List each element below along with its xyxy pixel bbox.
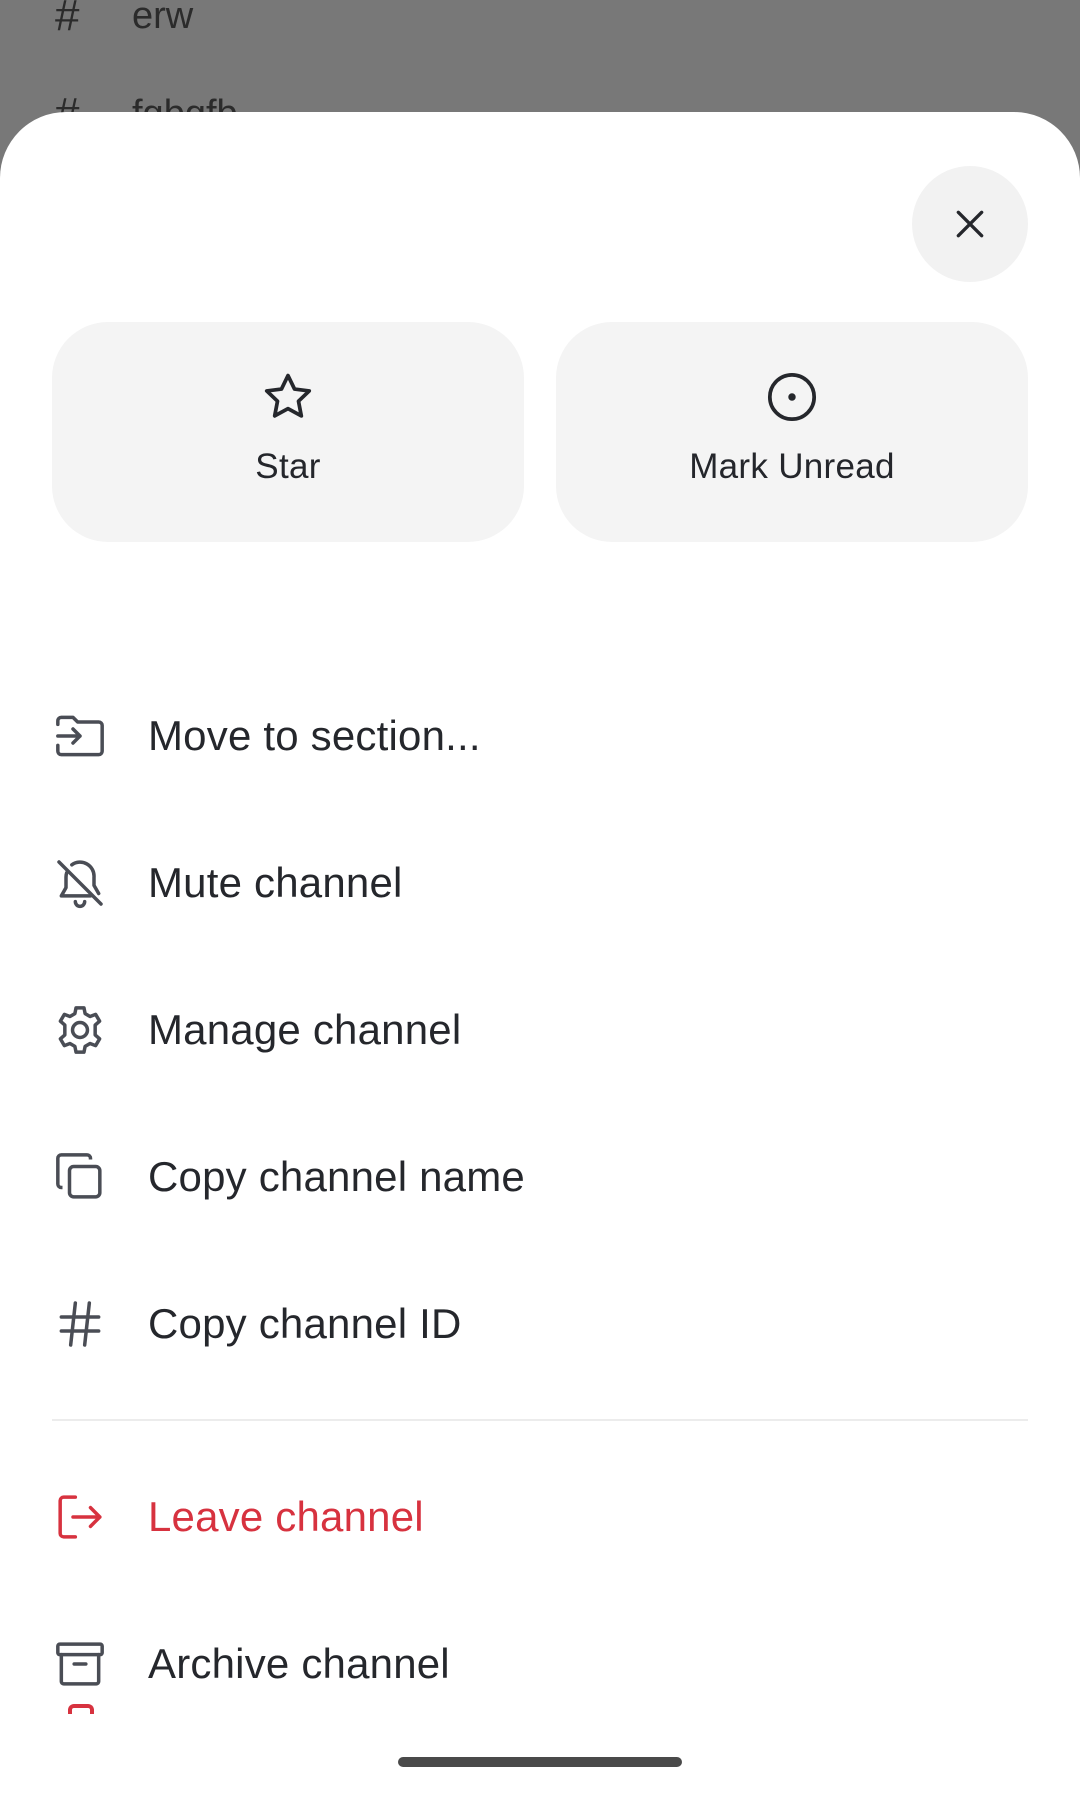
close-button[interactable] [912,166,1028,282]
move-to-section-item[interactable]: Move to section... [0,662,1080,809]
circle-dot-icon [767,372,817,422]
leave-icon [52,1489,108,1545]
star-label: Star [255,447,321,486]
close-icon [956,210,984,238]
folder-move-icon [52,708,108,764]
quick-actions: Star Mark Unread [52,322,1028,542]
archive-icon [52,1636,108,1692]
options-menu: Move to section... Mute channel Manage c… [0,662,1080,1737]
copy-channel-id-item[interactable]: Copy channel ID [0,1250,1080,1397]
mark-unread-button[interactable]: Mark Unread [556,322,1028,542]
star-icon [264,373,312,418]
star-button[interactable]: Star [52,322,524,542]
background-channel-item: # erw [55,0,193,46]
menu-item-label: Mute channel [148,858,403,906]
menu-item-label: Move to section... [148,711,481,759]
manage-channel-item[interactable]: Manage channel [0,956,1080,1103]
home-indicator[interactable] [398,1757,682,1767]
copy-channel-name-item[interactable]: Copy channel name [0,1103,1080,1250]
gear-icon [52,1002,108,1058]
hash-icon: # [55,0,80,40]
menu-item-label: Leave channel [148,1492,424,1540]
menu-item-label: Copy channel ID [148,1299,462,1347]
bell-off-icon [52,855,108,911]
menu-item-label: Copy channel name [148,1152,525,1200]
copy-icon [52,1149,108,1205]
mute-channel-item[interactable]: Mute channel [0,809,1080,956]
channel-options-sheet: Star Mark Unread Move to section... Mute… [0,112,1080,1809]
partially-hidden-item-icon [68,1704,94,1714]
archive-channel-item[interactable]: Archive channel [0,1590,1080,1737]
menu-item-label: Manage channel [148,1005,462,1053]
mark-unread-label: Mark Unread [689,447,895,486]
channel-name: erw [132,0,194,37]
hash-icon [52,1296,108,1352]
leave-channel-item[interactable]: Leave channel [0,1443,1080,1590]
menu-item-label: Archive channel [148,1639,450,1687]
menu-divider [52,1419,1028,1421]
